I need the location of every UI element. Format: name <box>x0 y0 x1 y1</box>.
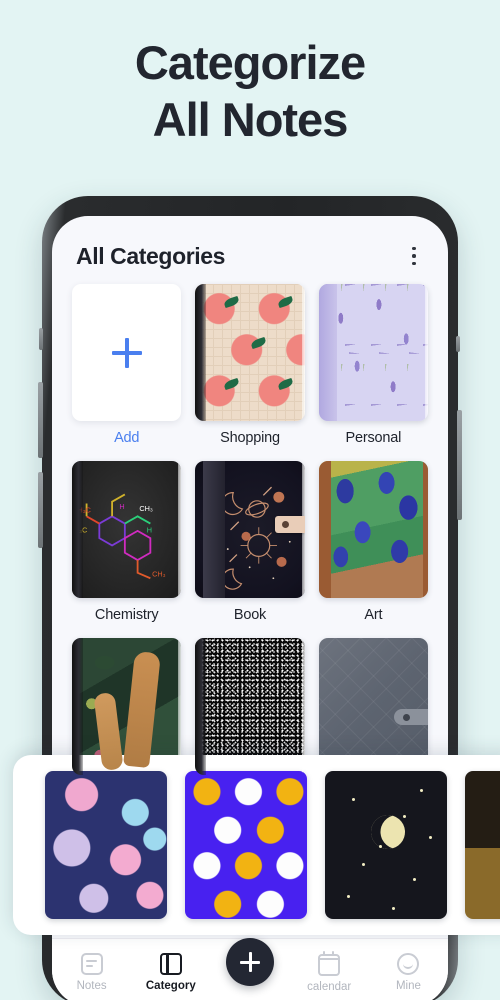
notebook-cover <box>318 284 428 421</box>
book-spine <box>195 284 207 421</box>
book-spine <box>72 638 83 775</box>
girl-with-pearl-earring-art <box>465 771 500 919</box>
molecule-art: H₃C H₃C CH₃ CH₃ H H <box>72 461 182 598</box>
category-card-add[interactable]: Add <box>72 284 182 446</box>
app-header: All Categories <box>52 234 448 278</box>
nav-item-mine[interactable]: Mine <box>369 953 448 992</box>
category-label: Chemistry <box>94 607 159 623</box>
category-card-art[interactable]: Art <box>318 461 428 623</box>
headline-line-2: All Notes <box>152 93 349 147</box>
headline-line-1: Categorize <box>134 36 366 89</box>
lavender-pattern-art <box>318 284 428 421</box>
moon-stars-art <box>325 771 447 919</box>
svg-text:H: H <box>119 502 124 511</box>
category-card-chemistry[interactable]: H₃C H₃C CH₃ CH₃ H H Chemistry <box>72 461 182 623</box>
book-spine <box>72 461 83 598</box>
plus-icon <box>240 952 260 972</box>
category-icon <box>159 952 182 976</box>
page-edge <box>178 463 182 596</box>
notebook-cover: H₃C H₃C CH₃ CH₃ H H <box>72 461 182 598</box>
peach-pattern-art <box>195 284 305 421</box>
svg-text:CH₃: CH₃ <box>152 569 165 578</box>
nav-label: calendar <box>307 981 352 993</box>
svg-text:CH₃: CH₃ <box>139 504 152 513</box>
cover-picker-sheet <box>13 755 500 935</box>
page-edge <box>425 286 428 419</box>
nav-item-notes[interactable]: Notes <box>52 953 131 992</box>
page-edge <box>301 640 305 773</box>
smiley-pattern-art <box>185 771 307 919</box>
volume-down-button[interactable] <box>38 472 43 548</box>
nav-item-calendar[interactable]: calendar <box>290 951 369 993</box>
category-label: Personal <box>345 430 402 446</box>
notes-icon <box>80 953 103 975</box>
kebab-dot <box>412 254 416 258</box>
book-clasp <box>274 515 305 533</box>
category-label: Book <box>233 607 267 623</box>
category-card-book[interactable]: Book <box>195 461 305 623</box>
molecule-diagram: H₃C H₃C CH₃ CH₃ H H <box>74 493 166 580</box>
category-card-personal[interactable]: Personal <box>318 284 428 446</box>
nav-label: Category <box>145 980 196 992</box>
hearts-pattern-art <box>45 771 167 919</box>
category-label: Add <box>114 430 140 446</box>
calendar-icon <box>318 951 341 976</box>
category-label: Shopping <box>220 430 280 446</box>
kebab-dot <box>412 246 416 251</box>
add-card-surface[interactable] <box>72 284 182 421</box>
page-edge <box>301 286 305 419</box>
cover-option-pearl-earring[interactable] <box>465 771 500 919</box>
kebab-dot <box>412 261 416 266</box>
nav-item-category[interactable]: Category <box>131 952 210 992</box>
page-edge <box>178 640 182 773</box>
nav-label: Mine <box>395 980 421 992</box>
notebook-cover <box>318 461 428 598</box>
bottom-navigation: Notes Category calendar Mine <box>52 938 448 1000</box>
category-label: Art <box>364 607 383 623</box>
notebook-cover <box>195 284 305 421</box>
irises-painting-art <box>318 461 428 598</box>
smiley-face-icon <box>397 953 420 975</box>
mute-switch[interactable] <box>39 328 43 350</box>
category-card-shopping[interactable]: Shopping <box>195 284 305 446</box>
side-accent <box>456 336 460 352</box>
notebook-cover <box>195 461 305 598</box>
svg-text:H: H <box>147 526 152 535</box>
power-button[interactable] <box>457 410 462 520</box>
cover-option-smiley[interactable] <box>185 771 307 919</box>
screen-title: All Categories <box>76 242 226 269</box>
add-note-fab[interactable] <box>226 938 274 986</box>
nav-label: Notes <box>76 980 107 992</box>
book-spine <box>195 638 207 775</box>
kebab-menu-icon[interactable] <box>404 245 424 267</box>
cover-option-moon[interactable] <box>325 771 447 919</box>
page-title: Categorize All Notes <box>0 34 500 149</box>
cover-option-hearts[interactable] <box>45 771 167 919</box>
volume-up-button[interactable] <box>38 382 43 458</box>
plus-icon <box>111 337 142 368</box>
